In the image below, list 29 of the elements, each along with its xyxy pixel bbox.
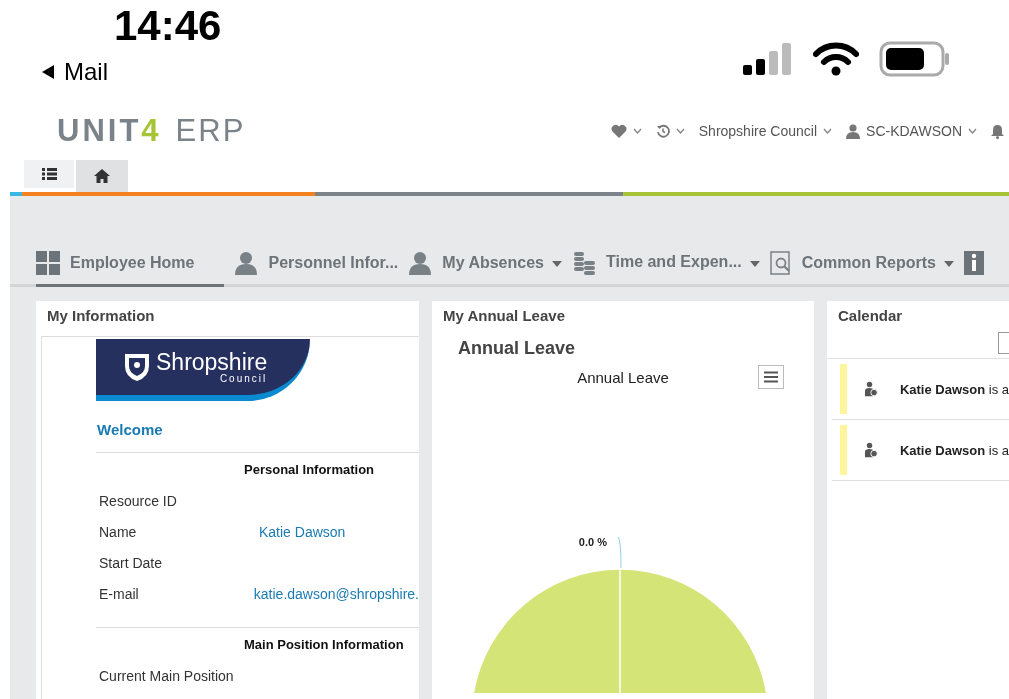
user-menu[interactable]: SC-KDAWSON (866, 123, 962, 139)
field-label: Start Date (98, 554, 164, 571)
field-value: Katie Dawson (259, 523, 346, 540)
panel-title: My Annual Leave (442, 306, 566, 326)
nav-tab[interactable]: Common Reports (769, 245, 936, 287)
status-time: 14:46 (114, 2, 222, 50)
company-menu[interactable]: Shropshire Council (698, 123, 818, 139)
back-link[interactable]: Mail (64, 58, 108, 86)
welcome-text: Welcome (97, 421, 164, 438)
field-label: Resource ID (98, 492, 178, 509)
chart-heading: Annual Leave (457, 337, 577, 359)
field-value: katie.dawson@shropshire. (253, 585, 419, 602)
panel-title: My Information (46, 306, 156, 326)
field-label: E-mail (98, 585, 140, 602)
nav-tab[interactable]: My Absences (408, 245, 544, 287)
section-heading: Main Position Information (243, 637, 405, 652)
slice-label: 0.0 % (578, 536, 607, 548)
nav-tab[interactable]: Personnel Infor... (234, 245, 399, 287)
chart-title: Annual Leave (577, 369, 669, 386)
council-banner: Shropshire Council (96, 339, 310, 401)
field-label: Name (98, 523, 138, 540)
panel-title: Calendar (837, 306, 904, 326)
unit4-erp-logo: UNIT4 ERP (57, 113, 246, 149)
nav-tab[interactable]: Employee Home (36, 245, 225, 287)
section-heading: Personal Information (243, 462, 376, 477)
field-label: Current Main Position (98, 667, 235, 684)
calendar-entry-text[interactable]: Katie Dawson is a (899, 381, 1009, 397)
nav-tab[interactable]: Time and Expen... (571, 243, 742, 287)
calendar-entry-text[interactable]: Katie Dawson is a (899, 442, 1009, 458)
